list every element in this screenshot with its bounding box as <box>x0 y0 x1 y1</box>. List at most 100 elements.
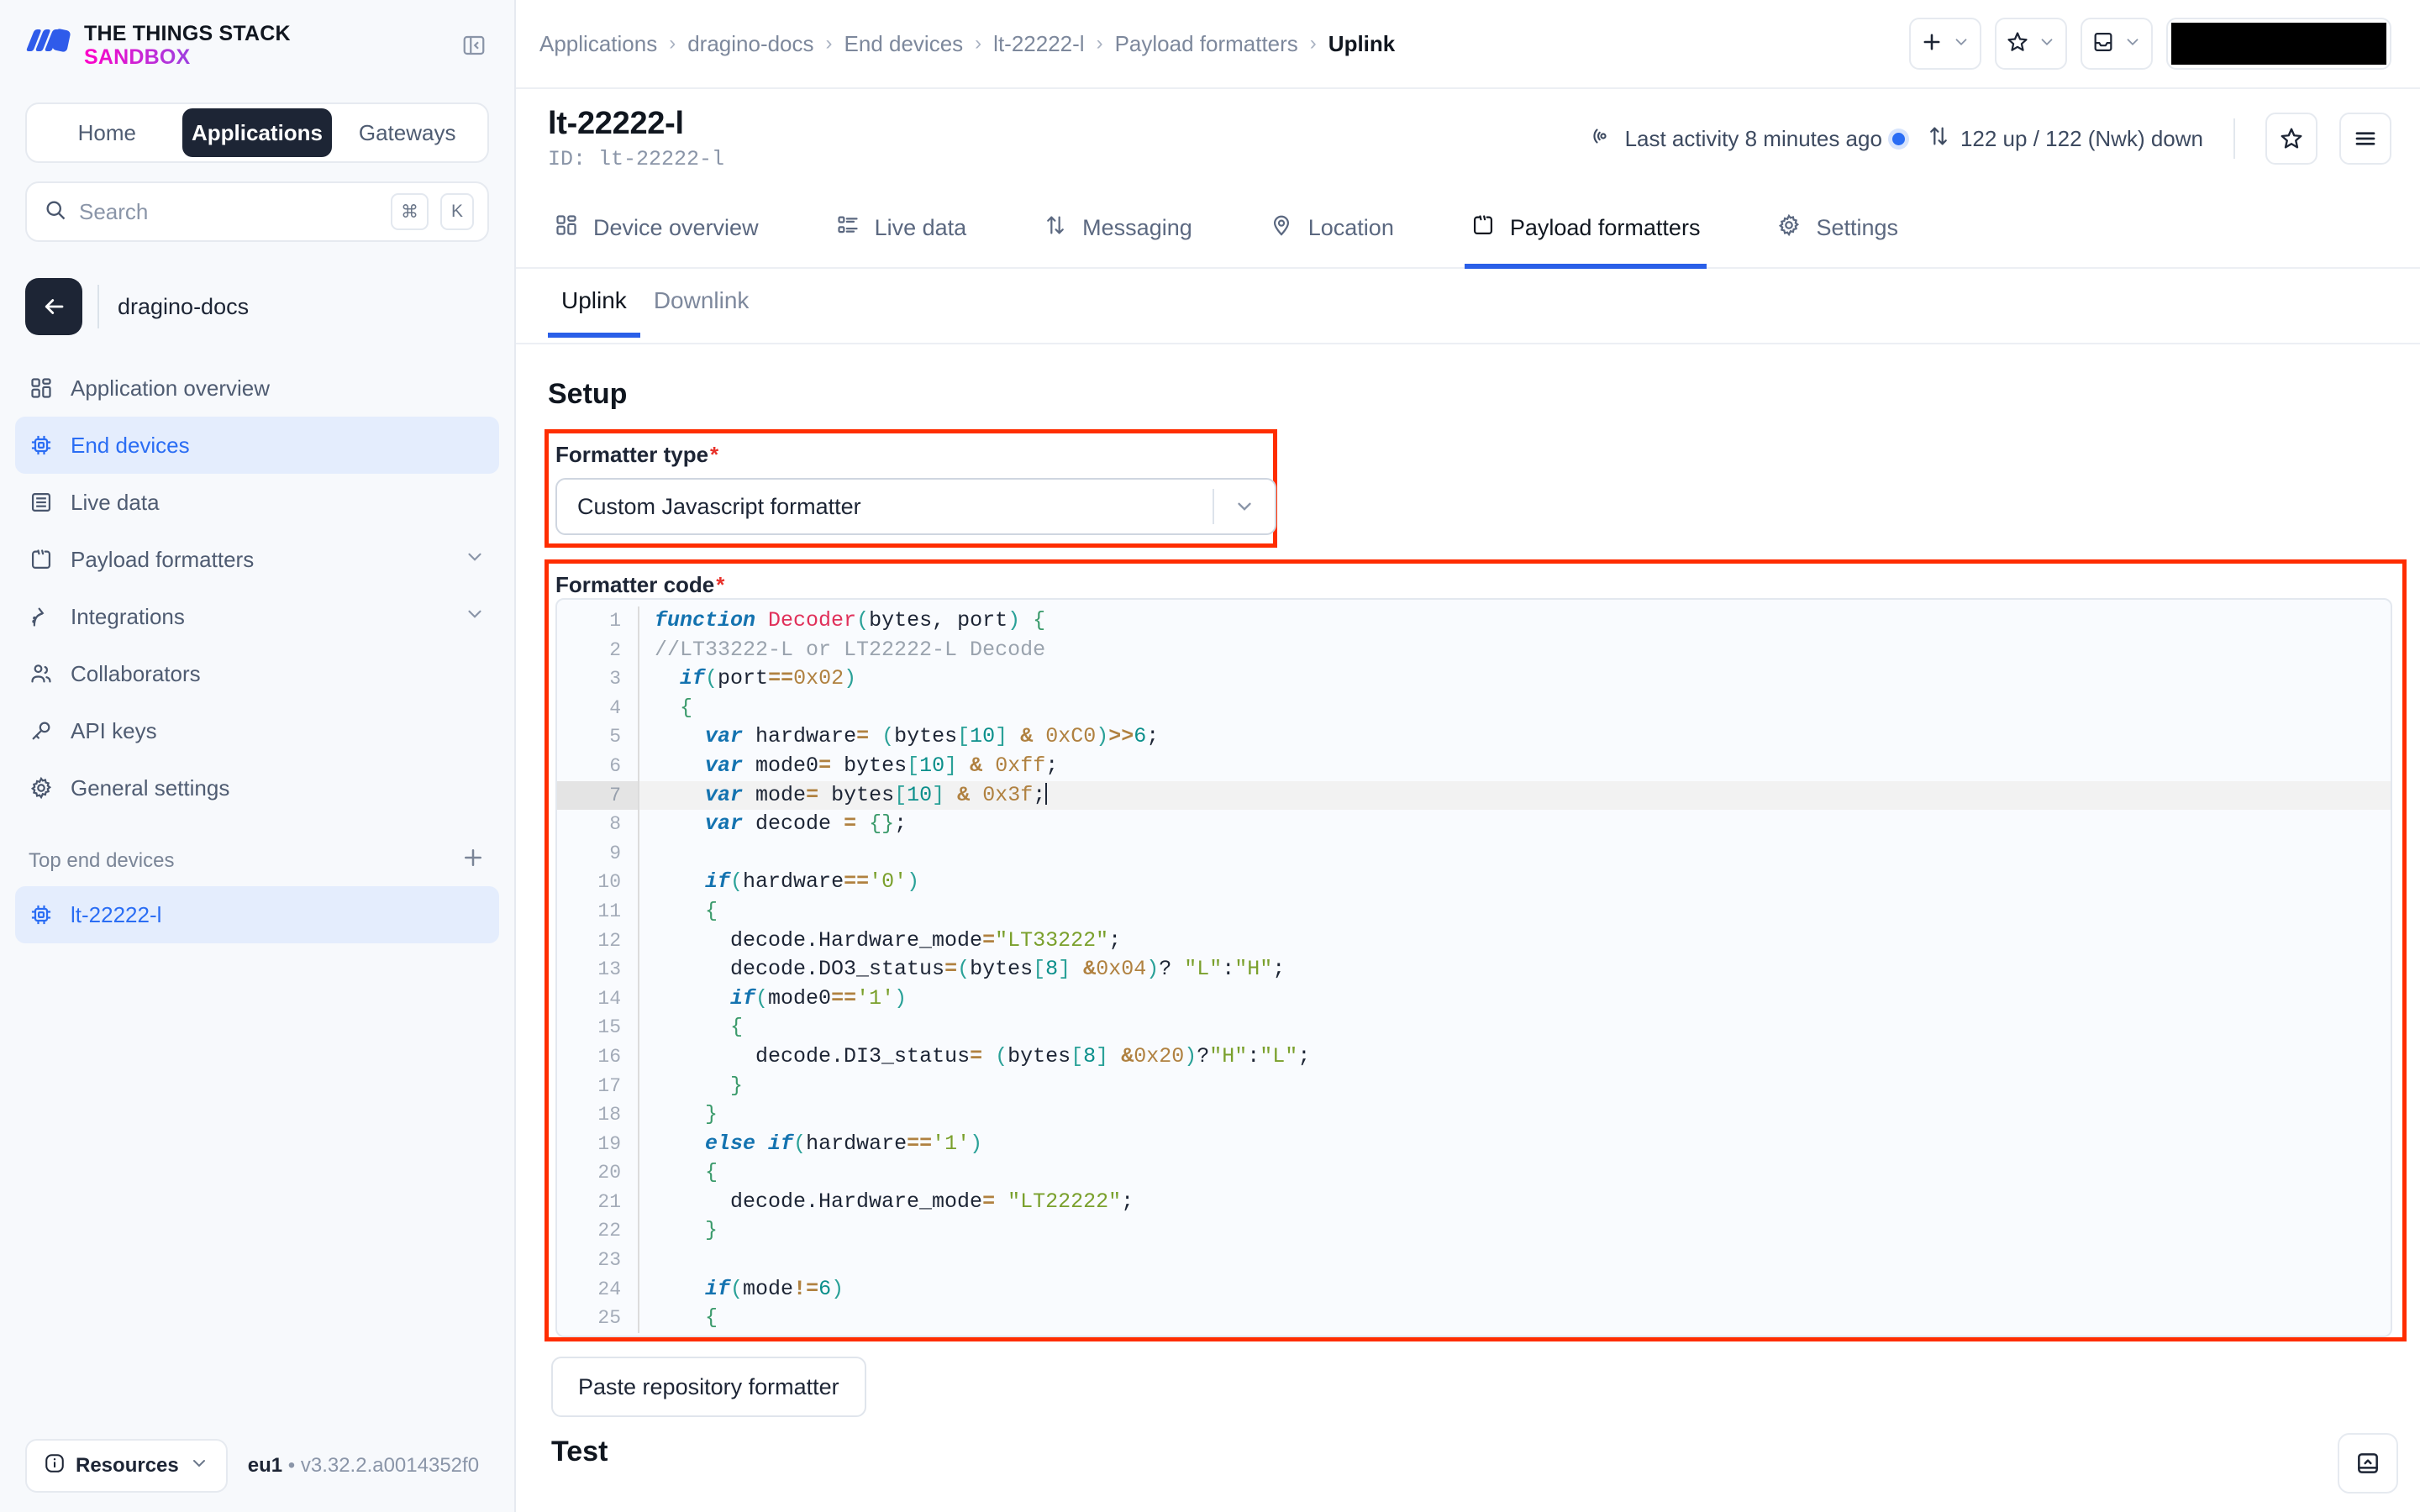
version-info: eu1 • v3.32.2.a0014352f0 <box>248 1454 479 1478</box>
chevron-down-icon[interactable] <box>464 603 486 631</box>
breadcrumb-device[interactable]: lt-22222-l <box>993 31 1084 57</box>
code-line[interactable]: 25 { <box>557 1304 2391 1333</box>
tab-label: Payload formatters <box>1509 214 1701 240</box>
sidebar-item-end-devices[interactable]: End devices <box>15 417 499 474</box>
segment-gateways[interactable]: Gateways <box>332 108 482 157</box>
segment-applications[interactable]: Applications <box>182 108 333 157</box>
traffic-label: 122 up / 122 (Nwk) down <box>1960 125 2203 151</box>
line-number: 19 <box>597 1132 621 1155</box>
code-line[interactable]: 14 if(mode0=='1') <box>557 984 2391 1014</box>
code-line[interactable]: 13 decode.DO3_status=(bytes[8] &0x04)? "… <box>557 955 2391 984</box>
device-menu-button[interactable] <box>2339 113 2391 165</box>
breadcrumb-end-devices[interactable]: End devices <box>844 31 964 57</box>
tab-live-data[interactable]: Live data <box>829 188 974 267</box>
sidebar-item-collaborators[interactable]: Collaborators <box>15 645 499 702</box>
code-line[interactable]: 3 if(port==0x02) <box>557 664 2391 694</box>
chevron-down-icon[interactable] <box>464 546 486 574</box>
search-input[interactable] <box>79 198 379 225</box>
notifications-menu-button[interactable] <box>2081 18 2153 70</box>
line-number: 25 <box>597 1307 621 1330</box>
paste-repository-formatter-button[interactable]: Paste repository formatter <box>551 1357 866 1417</box>
line-number: 6 <box>609 754 621 777</box>
bookmarks-menu-button[interactable] <box>1995 18 2067 70</box>
code-line[interactable]: 15 { <box>557 1013 2391 1042</box>
code-line[interactable]: 23 <box>557 1246 2391 1275</box>
code-line[interactable]: 10 if(hardware=='0') <box>557 868 2391 897</box>
code-content[interactable]: 1 function Decoder(bytes, port) {2 //LT332… <box>557 600 2391 1333</box>
payload-formatter-content: Uplink Downlink Setup Formatter type* Cu… <box>516 269 2420 1512</box>
code-line[interactable]: 1 function Decoder(bytes, port) { <box>557 606 2391 636</box>
sidebar-item-api-keys[interactable]: API keys <box>15 702 499 759</box>
messaging-icon <box>1044 213 1067 243</box>
scroll-to-top-button[interactable] <box>2338 1433 2398 1494</box>
add-end-device-icon[interactable] <box>460 845 486 876</box>
code-line[interactable]: 18 } <box>557 1100 2391 1130</box>
key-icon <box>29 718 54 743</box>
line-number: 2 <box>609 638 621 661</box>
sidebar-search[interactable]: ⌘ K <box>25 181 489 242</box>
code-line[interactable]: 11 { <box>557 896 2391 927</box>
breadcrumb-applications[interactable]: Applications <box>539 31 657 57</box>
device-title-block: lt-22222-l ID: lt-22222-l <box>548 106 724 171</box>
application-name: dragino-docs <box>118 293 250 319</box>
sidebar-item-application-overview[interactable]: Application overview <box>15 360 499 417</box>
tab-device-overview[interactable]: Device overview <box>548 188 765 267</box>
code-line-text: decode.DO3_status=(bytes[8] &0x04)? "L":… <box>730 957 1286 982</box>
code-line-text: decode.Hardware_mode= "LT22222"; <box>730 1189 1134 1214</box>
bookmark-device-button[interactable] <box>2265 113 2317 165</box>
code-line[interactable]: 4 { <box>557 693 2391 723</box>
list-item-label: lt-22222-l <box>71 901 162 927</box>
breadcrumb-dragino-docs[interactable]: dragino-docs <box>687 31 813 57</box>
code-line[interactable]: 6 var mode0= bytes[10] & 0xff; <box>557 751 2391 781</box>
code-line[interactable]: 7 var mode= bytes[10] & 0x3f; <box>557 780 2391 811</box>
line-number: 21 <box>597 1190 621 1213</box>
code-line[interactable]: 2 //LT33222-L or LT22222-L Decode <box>557 635 2391 665</box>
code-line[interactable]: 19 else if(hardware=='1') <box>557 1129 2391 1159</box>
divider <box>97 285 99 328</box>
user-menu-button[interactable] <box>2166 18 2391 70</box>
breadcrumb-payload-formatters[interactable]: Payload formatters <box>1115 31 1298 57</box>
add-menu-button[interactable] <box>1909 18 1981 70</box>
tab-settings[interactable]: Settings <box>1770 188 1905 267</box>
subtab-uplink[interactable]: Uplink <box>548 287 640 338</box>
top-end-devices-list: lt-22222-l <box>0 886 514 943</box>
resources-button[interactable]: Resources <box>25 1439 228 1493</box>
collapse-sidebar-icon[interactable] <box>455 27 492 64</box>
required-marker: * <box>710 442 719 467</box>
page-title: lt-22222-l <box>548 106 684 141</box>
sidebar-header: THE THINGS STACK SANDBOX <box>0 0 514 91</box>
code-line[interactable]: 17 } <box>557 1071 2391 1101</box>
subtab-downlink[interactable]: Downlink <box>640 287 763 336</box>
code-line-text: if(hardware=='0') <box>705 869 920 895</box>
code-line[interactable]: 8 var decode = {}; <box>557 810 2391 839</box>
tab-messaging[interactable]: Messaging <box>1037 188 1199 267</box>
sidebar-device-lt-22222-l[interactable]: lt-22222-l <box>15 886 499 943</box>
brand-text: THE THINGS STACK SANDBOX <box>84 22 291 69</box>
code-editor[interactable]: 1 function Decoder(bytes, port) {2 //LT332… <box>555 598 2392 1337</box>
sidebar-item-live-data[interactable]: Live data <box>15 474 499 531</box>
sidebar-item-integrations[interactable]: Integrations <box>15 588 499 645</box>
code-line[interactable]: 16 decode.DI3_status= (bytes[8] &0x20)?"… <box>557 1042 2391 1072</box>
sidebar-item-general-settings[interactable]: General settings <box>15 759 499 816</box>
code-line[interactable]: 12 decode.Hardware_mode="LT33222"; <box>557 926 2391 956</box>
tab-location[interactable]: Location <box>1263 188 1401 267</box>
back-button[interactable] <box>25 278 82 335</box>
formatter-type-select[interactable]: Custom Javascript formatter <box>555 478 1276 535</box>
code-line[interactable]: 9 <box>557 838 2391 869</box>
code-line[interactable]: 24 if(mode!=6) <box>557 1274 2391 1305</box>
line-number: 10 <box>597 871 621 894</box>
code-line[interactable]: 5 var hardware= (bytes[10] & 0xC0)>>6; <box>557 722 2391 752</box>
code-icon <box>29 547 54 572</box>
code-line-text: { <box>705 898 718 923</box>
formatter-code-label: Formatter code* <box>549 564 2402 598</box>
code-line[interactable]: 21 decode.Hardware_mode= "LT22222"; <box>557 1187 2391 1217</box>
code-line[interactable]: 20 { <box>557 1158 2391 1188</box>
formatter-direction-tabs: Uplink Downlink <box>516 269 2420 344</box>
line-number: 23 <box>597 1249 621 1272</box>
breadcrumb-separator: › <box>975 32 982 55</box>
chevron-down-icon[interactable] <box>1214 496 1275 517</box>
sidebar-item-payload-formatters[interactable]: Payload formatters <box>15 531 499 588</box>
segment-home[interactable]: Home <box>32 108 182 157</box>
code-line[interactable]: 22 } <box>557 1216 2391 1247</box>
tab-payload-formatters[interactable]: Payload formatters <box>1464 188 1707 269</box>
